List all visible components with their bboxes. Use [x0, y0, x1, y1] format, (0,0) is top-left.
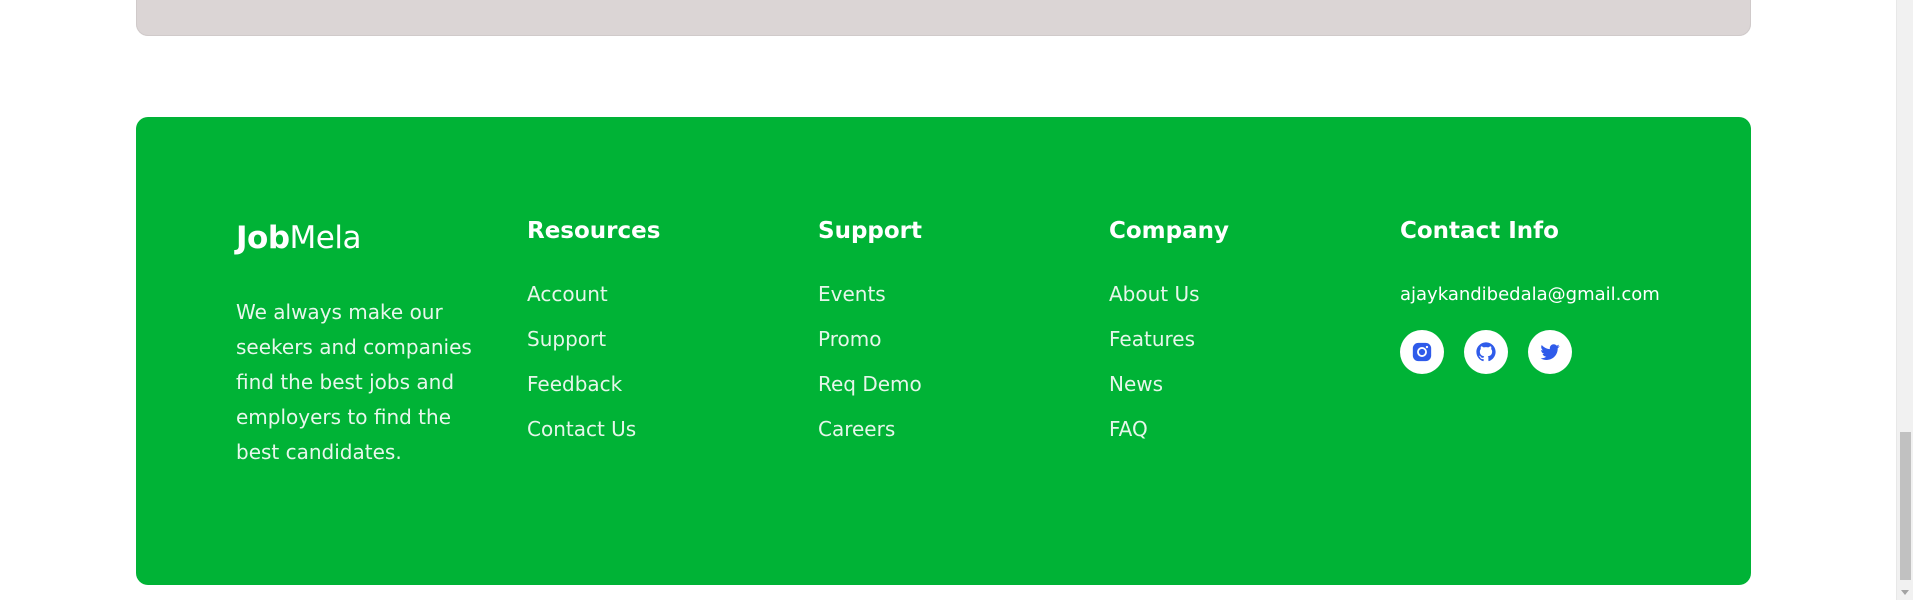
page: JobMela We always make our seekers and c… [0, 0, 1913, 600]
footer-link-careers[interactable]: Careers [818, 416, 922, 461]
scroll-down-arrow-icon[interactable] [1901, 590, 1909, 595]
instagram-button[interactable] [1400, 330, 1444, 374]
footer-link-events[interactable]: Events [818, 281, 922, 326]
resources-links: Account Support Feedback Contact Us [527, 281, 636, 461]
content-card-bottom-edge [136, 0, 1751, 36]
footer-link-feedback[interactable]: Feedback [527, 371, 636, 416]
social-links [1400, 330, 1572, 374]
footer-link-req-demo[interactable]: Req Demo [818, 371, 922, 416]
contact-heading: Contact Info [1400, 218, 1559, 244]
support-links: Events Promo Req Demo Careers [818, 281, 922, 461]
resources-heading: Resources [527, 218, 661, 244]
logo-bold-text: Job [236, 220, 290, 256]
twitter-button[interactable] [1528, 330, 1572, 374]
github-icon [1476, 342, 1496, 362]
github-button[interactable] [1464, 330, 1508, 374]
logo-light-text: Mela [289, 220, 362, 256]
footer-description: We always make our seekers and companies… [236, 300, 472, 464]
vertical-scrollbar[interactable] [1896, 0, 1913, 600]
instagram-icon [1412, 342, 1432, 362]
footer-logo[interactable]: JobMela [236, 220, 361, 256]
footer-link-account[interactable]: Account [527, 281, 636, 326]
twitter-icon [1540, 344, 1560, 360]
site-footer: JobMela We always make our seekers and c… [136, 117, 1751, 585]
support-heading: Support [818, 218, 923, 244]
footer-link-contact-us[interactable]: Contact Us [527, 416, 636, 461]
footer-link-about-us[interactable]: About Us [1109, 281, 1200, 326]
footer-link-faq[interactable]: FAQ [1109, 416, 1200, 461]
company-links: About Us Features News FAQ [1109, 281, 1200, 461]
scrollbar-thumb[interactable] [1900, 432, 1911, 580]
company-heading: Company [1109, 218, 1229, 244]
footer-link-promo[interactable]: Promo [818, 326, 922, 371]
footer-link-news[interactable]: News [1109, 371, 1200, 416]
contact-email[interactable]: ajaykandibedala@gmail.com [1400, 284, 1660, 305]
footer-link-support[interactable]: Support [527, 326, 636, 371]
footer-link-features[interactable]: Features [1109, 326, 1200, 371]
